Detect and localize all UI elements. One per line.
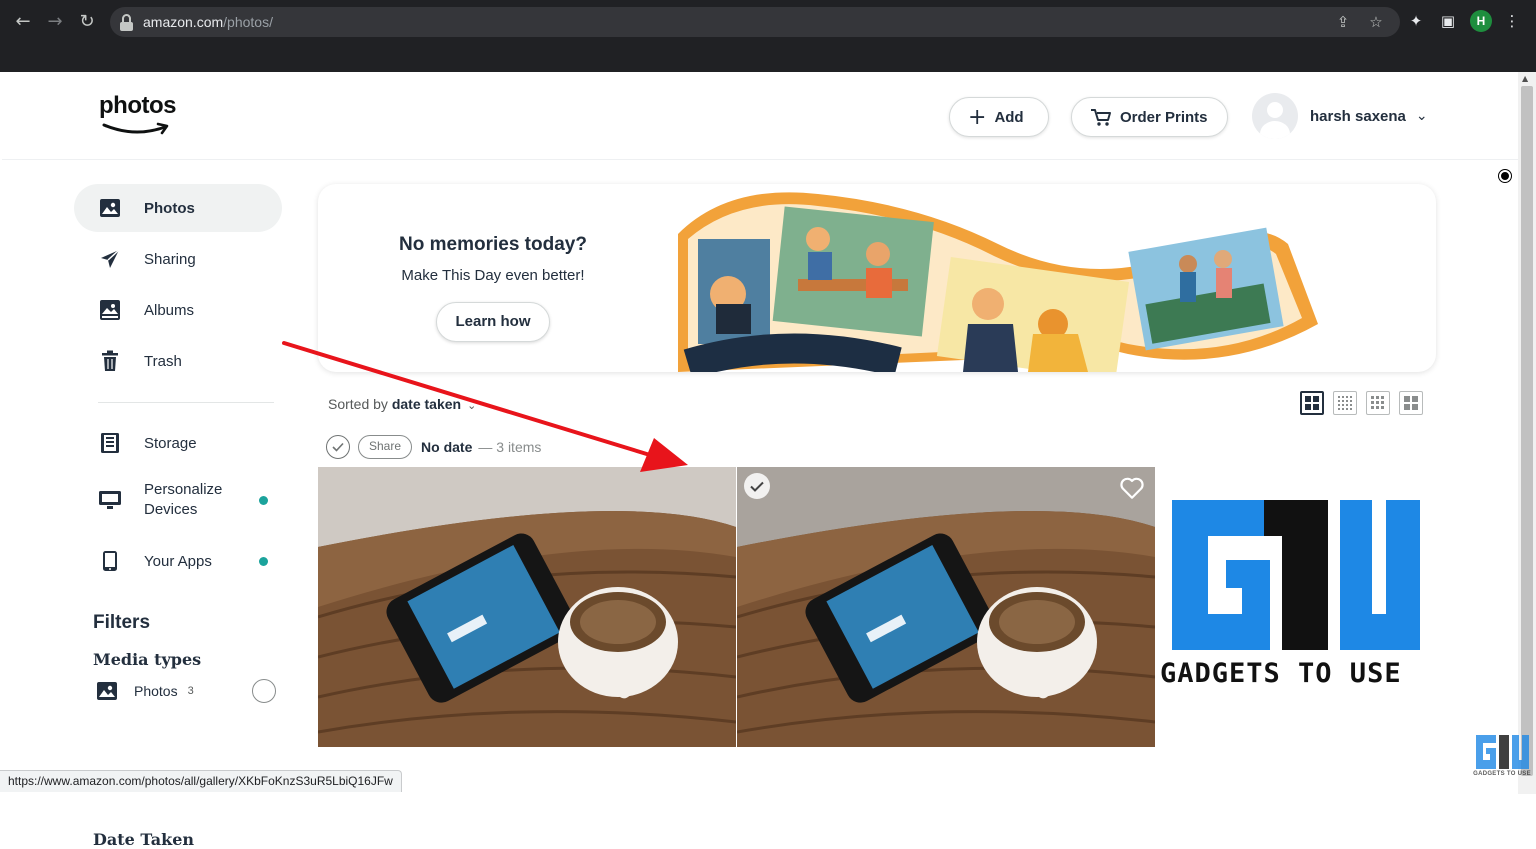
- chevron-down-icon: ⌄: [467, 399, 477, 412]
- photo-tile[interactable]: GADGETS TO USE: [1158, 500, 1438, 695]
- scroll-up-icon[interactable]: ▲: [1522, 74, 1528, 83]
- app-header: photos + Add Order Prints harsh saxena ⌄: [2, 72, 1518, 160]
- sort-dropdown[interactable]: Sorted by date taken ⌄: [328, 396, 476, 412]
- sidebar-item-trash[interactable]: Trash: [74, 337, 282, 385]
- address-bar[interactable]: amazon.com/photos/ ⇪ ☆: [110, 7, 1400, 37]
- back-icon[interactable]: ←: [9, 8, 37, 36]
- banner-subtitle: Make This Day even better!: [401, 267, 585, 284]
- sidebar-item-albums[interactable]: Albums: [74, 286, 282, 334]
- favorite-heart-icon[interactable]: [1119, 475, 1145, 501]
- view-large-grid-icon[interactable]: [1300, 391, 1324, 415]
- phone-coffee-photo: [737, 467, 1155, 747]
- view-medium-grid-icon[interactable]: [1366, 391, 1390, 415]
- group-item-count: — 3 items: [478, 439, 542, 455]
- learn-how-button[interactable]: Learn how: [436, 302, 550, 342]
- side-panel-icon[interactable]: ▣: [1436, 9, 1460, 33]
- media-filter-photos[interactable]: Photos 3: [96, 676, 276, 706]
- sidebar-divider: [98, 402, 274, 403]
- memories-banner: No memories today? Make This Day even be…: [318, 184, 1436, 372]
- select-photo-checkbox[interactable]: [744, 473, 770, 499]
- scrollbar-thumb[interactable]: [1521, 86, 1533, 776]
- sidebar-item-your-apps[interactable]: Your Apps: [74, 537, 282, 585]
- gadgets-to-use-logo: [1172, 500, 1420, 650]
- cart-icon: [1090, 107, 1112, 127]
- browser-toolbar: ← → ↻ amazon.com/photos/ ⇪ ☆ ✦ ▣ H ⋮: [0, 0, 1536, 72]
- reload-icon[interactable]: ↻: [73, 8, 101, 36]
- smile-arrow-icon: [102, 122, 169, 135]
- trash-icon: [98, 349, 122, 373]
- share-page-icon[interactable]: ⇪: [1332, 11, 1354, 33]
- sidebar-item-storage[interactable]: Storage: [74, 419, 282, 467]
- sidebar-item-personalize-devices[interactable]: Personalize Devices: [74, 474, 282, 526]
- phone-coffee-photo: [318, 467, 736, 747]
- banner-title: No memories today?: [399, 234, 587, 255]
- album-icon: [98, 298, 122, 322]
- profile-avatar[interactable]: H: [1470, 10, 1492, 32]
- lock-icon[interactable]: [120, 14, 133, 31]
- extensions-puzzle-icon[interactable]: ✦: [1404, 9, 1428, 33]
- filter-radio[interactable]: [252, 679, 276, 703]
- forward-icon[interactable]: →: [41, 8, 69, 36]
- media-types-title: Media types: [93, 650, 202, 669]
- order-prints-button[interactable]: Order Prints: [1071, 97, 1228, 137]
- share-group-button[interactable]: Share: [358, 435, 413, 459]
- extension-badge-icon: [1499, 170, 1511, 182]
- photo-icon: [96, 681, 118, 701]
- amazon-photos-app: photos + Add Order Prints harsh saxena ⌄: [2, 72, 1518, 849]
- monitor-icon: [98, 488, 122, 512]
- sidebar-item-sharing[interactable]: Sharing: [74, 235, 282, 283]
- photos-logo[interactable]: photos: [99, 92, 176, 135]
- add-button[interactable]: + Add: [949, 97, 1049, 137]
- phone-icon: [98, 549, 122, 573]
- film-strip-illustration: [678, 192, 1318, 372]
- status-url-bar: https://www.amazon.com/photos/all/galler…: [0, 770, 402, 792]
- sidebar-nav: Photos Sharing Albums Trash Storage Pers…: [2, 160, 302, 849]
- menu-kebab-icon[interactable]: ⋮: [1500, 9, 1524, 33]
- photo-icon: [98, 196, 122, 220]
- plus-icon: +: [968, 104, 987, 130]
- new-indicator-dot: [259, 495, 268, 505]
- chevron-down-icon[interactable]: ⌄: [1416, 108, 1428, 124]
- user-name[interactable]: harsh saxena: [1310, 108, 1406, 125]
- sidebar-item-photos[interactable]: Photos: [74, 184, 282, 232]
- send-plane-icon: [98, 247, 122, 271]
- user-avatar[interactable]: [1252, 93, 1298, 139]
- photo-tile[interactable]: [318, 467, 736, 747]
- address-url[interactable]: amazon.com/photos/: [143, 14, 273, 30]
- gadgets-to-use-text: GADGETS TO USE: [1160, 658, 1402, 689]
- bookmark-star-icon[interactable]: ☆: [1365, 11, 1387, 33]
- storage-icon: [98, 431, 122, 455]
- user-menu[interactable]: harsh saxena ⌄: [1252, 92, 1428, 140]
- view-small-grid-icon[interactable]: [1399, 391, 1423, 415]
- new-indicator-dot: [259, 556, 268, 566]
- watermark-logo: GADGETS TO USE: [1472, 735, 1532, 781]
- photo-tile[interactable]: [737, 467, 1155, 747]
- date-group-header: Share No date — 3 items: [326, 434, 541, 460]
- view-dense-grid-icon[interactable]: [1333, 391, 1357, 415]
- page-scrollbar[interactable]: ▲: [1518, 72, 1536, 794]
- group-title: No date: [421, 439, 473, 455]
- filters-title: Filters: [93, 612, 151, 633]
- select-group-checkbox[interactable]: [326, 435, 350, 459]
- date-taken-title: Date Taken: [93, 830, 195, 849]
- view-size-toggle: [1300, 391, 1423, 415]
